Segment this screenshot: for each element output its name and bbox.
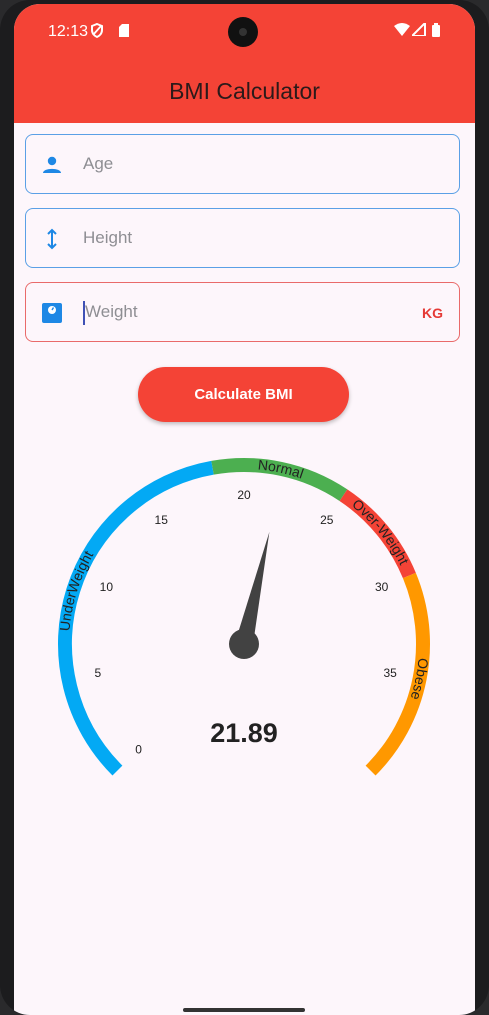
- bmi-value: 21.89: [210, 718, 278, 748]
- home-indicator[interactable]: [183, 1008, 305, 1012]
- gauge-needle-knob: [229, 629, 259, 659]
- sd-card-icon: [118, 23, 130, 41]
- page-title: BMI Calculator: [169, 78, 320, 104]
- person-icon: [40, 153, 64, 177]
- signal-icon: [409, 20, 426, 39]
- age-placeholder: Age: [83, 154, 114, 173]
- battery-icon: [432, 23, 440, 40]
- gauge-segment-label: Obese: [408, 657, 432, 702]
- front-camera: [228, 17, 258, 47]
- gauge-tick-label: 20: [237, 488, 251, 502]
- age-field[interactable]: Age: [25, 134, 460, 194]
- height-placeholder: Height: [83, 228, 133, 247]
- bmi-gauge: UnderWeight Normal Over-Weight Obese 0 5 10 15 2…: [56, 457, 432, 776]
- status-time: 12:13: [48, 23, 89, 40]
- shield-icon: [90, 22, 104, 41]
- height-field[interactable]: Height: [25, 208, 460, 268]
- gauge-needle: [235, 531, 270, 646]
- weight-unit-suffix: KG: [422, 305, 443, 321]
- gauge-segment-label: UnderWeight: [56, 548, 96, 632]
- status-bar: 12:13: [14, 4, 475, 60]
- wifi-icon: [394, 23, 410, 39]
- gauge-tick-label: 30: [375, 580, 389, 594]
- gauge-tick-label: 25: [320, 513, 334, 527]
- app-bar: 12:13 BMI Calculator: [14, 4, 475, 123]
- gauge-tick-label: 10: [100, 580, 114, 594]
- phone-frame: 12:13 BMI Calculator Age Height Weight K…: [0, 0, 489, 1015]
- gauge-tick-label: 35: [383, 666, 397, 680]
- gauge-segment-underweight: [58, 460, 214, 776]
- scale-icon: [40, 301, 64, 325]
- gauge-segment-label: Over-Weight: [349, 496, 412, 568]
- screen: 12:13 BMI Calculator Age Height Weight K…: [14, 4, 475, 1015]
- calculate-bmi-button[interactable]: Calculate BMI: [138, 367, 349, 422]
- vertical-arrows-icon: [40, 227, 64, 251]
- weight-field[interactable]: Weight KG: [25, 282, 460, 342]
- gauge-tick-label: 0: [135, 742, 142, 756]
- gauge-tick-label: 15: [155, 513, 169, 527]
- gauge-tick-label: 5: [95, 666, 102, 680]
- gauge-segment-label: Normal: [257, 457, 306, 482]
- weight-placeholder: Weight: [85, 302, 138, 321]
